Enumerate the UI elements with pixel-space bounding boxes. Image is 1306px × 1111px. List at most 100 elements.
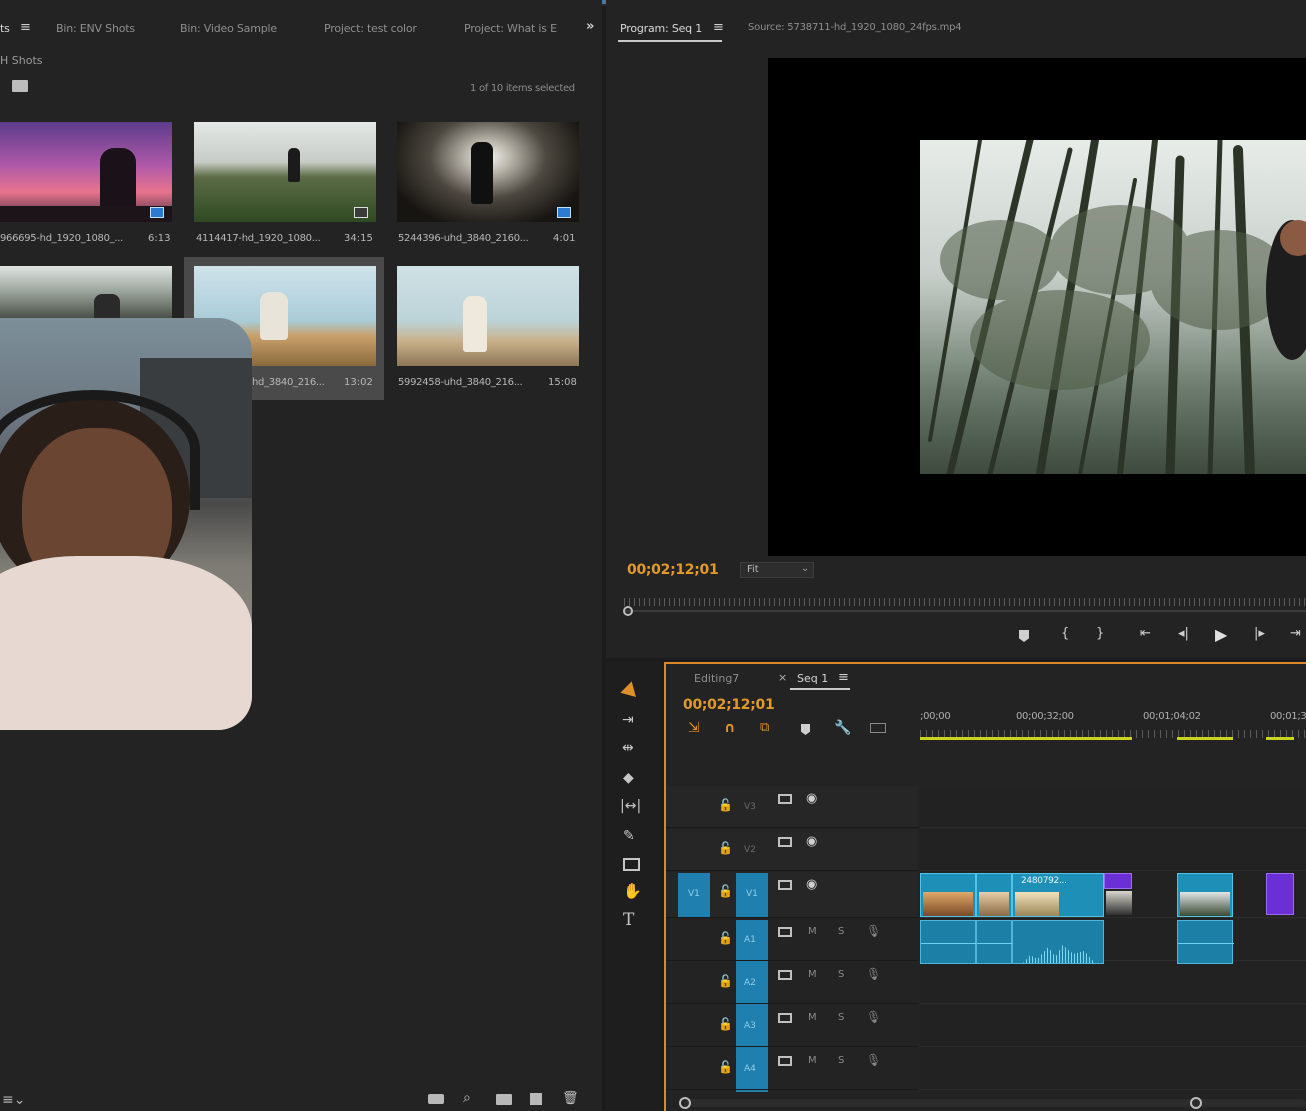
automate-to-sequence-icon[interactable] <box>428 1094 444 1104</box>
tab-source[interactable]: Source: 5738711-hd_1920_1080_24fps.mp4 <box>748 22 962 33</box>
tab-program[interactable]: Program: Seq 1 <box>620 22 702 35</box>
scrollbar-handle-right[interactable] <box>1190 1097 1202 1109</box>
mute-toggle[interactable]: M <box>808 1055 817 1066</box>
clip-thumbnail[interactable] <box>0 266 172 318</box>
monitor-ruler[interactable] <box>624 598 1306 606</box>
solo-toggle[interactable]: S <box>838 926 844 937</box>
audio-clip[interactable] <box>976 920 1013 964</box>
video-clip[interactable] <box>1177 873 1233 917</box>
play-icon[interactable]: ▶ <box>1215 625 1227 644</box>
mute-toggle[interactable]: M <box>808 1012 817 1023</box>
clip-thumbnail[interactable] <box>0 122 172 222</box>
microphone-icon[interactable]: 🎙 <box>866 1053 881 1067</box>
eye-icon[interactable]: ◉ <box>806 834 817 849</box>
lock-icon[interactable]: 🔓 <box>718 884 733 898</box>
track-header-v3[interactable]: 🔓 V3 ◉ <box>666 786 918 828</box>
track-lane-a4[interactable] <box>920 1048 1306 1090</box>
zoom-dropdown[interactable]: Fit ⌄ <box>740 562 814 578</box>
track-lane-v3[interactable] <box>920 786 1306 828</box>
close-tab-icon[interactable]: × <box>778 671 787 684</box>
source-patch-v1[interactable]: V1 <box>678 873 710 917</box>
lock-icon[interactable]: 🔓 <box>718 1017 733 1031</box>
track-target-v1[interactable]: V1 <box>736 873 768 917</box>
track-lane-a2[interactable] <box>920 962 1306 1004</box>
scrollbar-handle-left[interactable] <box>679 1097 691 1109</box>
folder-icon[interactable] <box>12 80 28 92</box>
video-clip[interactable] <box>920 873 976 917</box>
tab-seq-1[interactable]: Seq 1 <box>797 672 828 685</box>
go-to-out-icon[interactable]: ⇥ <box>1290 626 1301 641</box>
sync-lock-icon[interactable] <box>778 927 792 937</box>
track-header-v2[interactable]: 🔓 V2 ◉ <box>666 829 918 871</box>
timeline-timecode[interactable]: 00;02;12;01 <box>683 697 775 713</box>
track-header-v1[interactable]: V1 🔓 V1 ◉ <box>666 872 918 918</box>
clip-thumbnail[interactable] <box>397 266 579 366</box>
mute-toggle[interactable]: M <box>808 926 817 937</box>
lock-icon[interactable]: 🔓 <box>718 841 733 855</box>
sync-lock-icon[interactable] <box>778 1013 792 1023</box>
track-select-tool-icon[interactable]: ⇥ <box>622 712 634 728</box>
track-header-a3[interactable]: 🔓 A3 M S 🎙 <box>666 1005 918 1047</box>
microphone-icon[interactable]: 🎙 <box>866 967 881 981</box>
sync-lock-icon[interactable] <box>778 1056 792 1066</box>
go-to-in-icon[interactable]: ⇤ <box>1140 626 1151 641</box>
lock-icon[interactable]: 🔓 <box>718 974 733 988</box>
mark-in-icon[interactable]: { <box>1061 626 1069 641</box>
eye-icon[interactable]: ◉ <box>806 791 817 806</box>
audio-clip[interactable] <box>920 920 977 964</box>
tab-project-what-is-e[interactable]: Project: What is E <box>464 22 557 35</box>
captions-icon[interactable] <box>870 723 886 733</box>
clip-thumbnail[interactable] <box>397 122 579 222</box>
rectangle-tool-icon[interactable] <box>623 858 640 871</box>
track-lane-a3[interactable] <box>920 1005 1306 1047</box>
mark-out-icon[interactable]: } <box>1096 626 1104 641</box>
tab-editing7[interactable]: Editing7 <box>694 672 739 685</box>
program-menu-icon[interactable]: ≡ <box>713 20 724 35</box>
lock-icon[interactable]: 🔓 <box>718 931 733 945</box>
timeline-scrollbar[interactable] <box>684 1099 1306 1107</box>
solo-toggle[interactable]: S <box>838 1055 844 1066</box>
tab-project[interactable]: ts <box>0 22 10 35</box>
hand-tool-icon[interactable]: ✋ <box>623 882 642 900</box>
solo-toggle[interactable]: S <box>838 1012 844 1023</box>
pen-tool-icon[interactable]: ✎ <box>623 828 635 844</box>
breadcrumb[interactable]: H Shots <box>0 54 43 67</box>
audio-clip[interactable] <box>1177 920 1234 964</box>
linked-selection-icon[interactable]: ⧉ <box>760 720 769 735</box>
video-clip[interactable]: 2480792... <box>1012 873 1104 917</box>
clip-thumbnail[interactable] <box>194 122 376 222</box>
insert-overwrite-icon[interactable]: ⇲ <box>688 720 700 736</box>
monitor-scrub-track[interactable] <box>624 610 1306 612</box>
selection-tool-icon[interactable] <box>620 681 642 703</box>
search-icon[interactable]: ⌕ <box>463 1090 471 1106</box>
video-clip[interactable] <box>976 873 1012 917</box>
track-lane-v2[interactable] <box>920 829 1306 871</box>
microphone-icon[interactable]: 🎙 <box>866 1010 881 1024</box>
mute-toggle[interactable]: M <box>808 969 817 980</box>
timeline-menu-icon[interactable]: ≡ <box>838 670 849 685</box>
tab-bin-video-sample[interactable]: Bin: Video Sample <box>180 22 277 35</box>
snap-magnet-icon[interactable]: ∩ <box>724 720 735 736</box>
solo-toggle[interactable]: S <box>838 969 844 980</box>
tab-bin-env-shots[interactable]: Bin: ENV Shots <box>56 22 135 35</box>
type-tool-icon[interactable]: T <box>623 910 634 930</box>
wrench-icon[interactable]: 🔧 <box>834 720 851 736</box>
track-header-a2[interactable]: 🔓 A2 M S 🎙 <box>666 962 918 1004</box>
sync-lock-icon[interactable] <box>778 837 792 847</box>
track-header-a1[interactable]: 🔓 A1 M S 🎙 <box>666 919 918 961</box>
audio-clip[interactable] <box>1012 920 1104 964</box>
trash-icon[interactable]: 🗑 <box>562 1091 579 1106</box>
razor-tool-icon[interactable]: ◆ <box>623 770 634 786</box>
sync-lock-icon[interactable] <box>778 970 792 980</box>
zoom-handle[interactable] <box>623 606 633 616</box>
step-forward-icon[interactable]: |▸ <box>1254 626 1265 641</box>
lock-icon[interactable]: 🔓 <box>718 1060 733 1074</box>
program-timecode[interactable]: 00;02;12;01 <box>627 562 719 578</box>
new-item-icon[interactable] <box>530 1093 542 1105</box>
more-tabs-icon[interactable]: » <box>586 19 594 34</box>
sync-lock-icon[interactable] <box>778 794 792 804</box>
ripple-edit-tool-icon[interactable]: ⇹ <box>622 740 634 756</box>
new-bin-icon[interactable] <box>496 1094 512 1105</box>
list-view-icon[interactable]: ≡⌄ <box>2 1092 25 1108</box>
adjustment-layer-clip[interactable] <box>1104 873 1132 889</box>
